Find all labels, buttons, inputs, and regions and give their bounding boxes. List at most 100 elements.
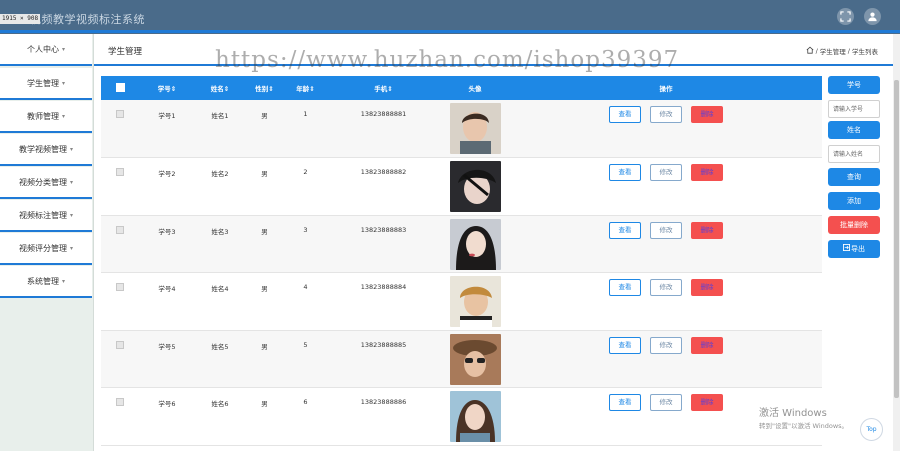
chevron-down-icon: ▾ [69, 211, 73, 219]
page-title: 学生管理 [108, 47, 143, 57]
breadcrumb-item-student-list: 学生列表 [852, 48, 878, 56]
fullscreen-icon[interactable] [837, 8, 854, 25]
user-avatar-icon[interactable] [864, 8, 881, 25]
cell-age: 4 [303, 283, 308, 291]
row-checkbox[interactable] [116, 225, 124, 234]
sidebar-item-label: 视频分类管理 [18, 177, 67, 187]
table-row: 学号3 姓名3 男 3 13823888883 查看 修改 删除 [101, 215, 822, 273]
row-checkbox[interactable] [116, 398, 124, 406]
table-row: 学号2 姓名2 男 2 13823888882 查看 修改 删除 [101, 157, 822, 215]
cell-id: 学号3 [158, 227, 176, 236]
select-all-checkbox[interactable] [115, 82, 125, 92]
cell-id: 学号6 [158, 400, 176, 408]
view-button[interactable]: 查看 [609, 336, 641, 354]
cell-id: 学号1 [158, 112, 176, 120]
scrollbar-thumb[interactable] [894, 80, 899, 398]
cell-name: 姓名1 [211, 112, 229, 120]
sidebar-item-teaching-video-management[interactable]: 教学视频管理 ▾ [0, 134, 92, 166]
table-row: 学号4 姓名4 男 4 13823888884 查看 修改 删除 [101, 272, 822, 330]
row-checkbox[interactable] [116, 283, 124, 291]
cell-phone: 13823888884 [360, 283, 407, 291]
delete-button[interactable]: 删除 [691, 279, 723, 296]
sidebar-item-label: 教学视频管理 [18, 144, 67, 154]
back-to-top-button[interactable]: Top [860, 418, 883, 441]
edit-button[interactable]: 修改 [650, 221, 682, 239]
sidebar-item-label: 视频标注管理 [18, 210, 67, 220]
avatar-photo [449, 276, 501, 327]
student-id-label-button[interactable]: 学号 [828, 76, 880, 94]
delete-button[interactable]: 删除 [691, 164, 723, 181]
view-button[interactable]: 查看 [609, 221, 641, 239]
search-button[interactable]: 查询 [828, 168, 880, 186]
table-row: 学号1 姓名1 男 1 13823888881 查看 修改 删除 [101, 100, 822, 158]
breadcrumb-separator: / [815, 47, 818, 55]
breadcrumb-separator: / [847, 47, 850, 55]
home-icon[interactable] [806, 46, 814, 56]
chevron-down-icon: ▾ [69, 145, 73, 153]
edit-button[interactable]: 修改 [650, 336, 682, 354]
edit-button[interactable]: 修改 [650, 164, 682, 181]
sidebar-item-student-management[interactable]: 学生管理 ▾ [0, 68, 92, 100]
view-button[interactable]: 查看 [609, 164, 641, 181]
cell-phone: 13823888882 [360, 168, 407, 176]
sidebar: 个人中心 ▾ 学生管理 ▾ 教师管理 ▾ 教学视频管理 ▾ 视频分类管理 ▾ 视频标注管理… [0, 34, 94, 451]
cell-id: 学号5 [158, 342, 176, 351]
column-header-phone[interactable]: 手机⇕ [327, 76, 440, 100]
delete-button[interactable]: 删除 [691, 336, 723, 354]
breadcrumb-item-student-management[interactable]: 学生管理 [820, 46, 846, 56]
chevron-down-icon: ▾ [69, 178, 73, 186]
edit-button[interactable]: 修改 [650, 394, 682, 411]
avatar-photo [449, 333, 501, 385]
column-header-age[interactable]: 年龄⇕ [284, 76, 327, 100]
cell-id: 学号4 [158, 285, 176, 293]
select-all-cell [101, 76, 139, 100]
view-button[interactable]: 查看 [609, 106, 641, 123]
activation-subtitle: 转到"设置"以激活 Windows。 [759, 422, 849, 430]
delete-button[interactable]: 删除 [691, 221, 723, 239]
cell-name: 姓名5 [211, 342, 229, 351]
add-button[interactable]: 添加 [828, 192, 880, 210]
sidebar-item-label: 教师管理 [26, 111, 59, 121]
breadcrumb: / 学生管理 / 学生列表 [806, 46, 878, 56]
cell-name: 姓名2 [211, 170, 229, 178]
cell-gender: 男 [261, 170, 268, 178]
cell-age: 3 [303, 225, 308, 234]
sidebar-item-system-management[interactable]: 系统管理 ▾ [0, 266, 92, 298]
page-scrollbar[interactable] [893, 34, 900, 451]
export-label: 导出 [851, 245, 865, 253]
view-button[interactable]: 查看 [609, 279, 641, 296]
sidebar-item-video-category-management[interactable]: 视频分类管理 ▾ [0, 167, 92, 199]
avatar-photo [449, 103, 501, 154]
batch-delete-button[interactable]: 批量删除 [828, 216, 880, 234]
delete-button[interactable]: 删除 [691, 394, 723, 411]
export-button[interactable]: 导出 [828, 240, 880, 258]
cell-age: 1 [303, 110, 308, 118]
avatar-photo [449, 218, 501, 270]
table-row: 学号6 姓名6 男 6 13823888886 查看 修改 删除 [101, 387, 822, 445]
view-button[interactable]: 查看 [609, 394, 641, 411]
row-checkbox[interactable] [116, 340, 124, 349]
sidebar-item-video-rating-management[interactable]: 视频评分管理 ▾ [0, 233, 92, 265]
cell-id: 学号2 [158, 170, 176, 178]
cell-phone: 13823888881 [360, 110, 407, 118]
edit-button[interactable]: 修改 [650, 106, 682, 123]
cell-name: 姓名6 [211, 400, 229, 408]
delete-button[interactable]: 删除 [691, 106, 723, 123]
activation-title: 激活 Windows [759, 408, 827, 419]
column-header-actions: 操作 [659, 85, 673, 93]
column-header-gender[interactable]: 性别⇕ [245, 76, 284, 100]
resolution-tag: 1915 × 908 [0, 14, 41, 24]
student-id-input[interactable] [828, 100, 880, 118]
row-checkbox[interactable] [116, 110, 124, 118]
chevron-down-icon: ▾ [61, 45, 65, 53]
student-name-label-button[interactable]: 姓名 [828, 121, 880, 139]
sidebar-item-personal-center[interactable]: 个人中心 ▾ [0, 34, 92, 66]
cell-gender: 男 [261, 285, 268, 293]
edit-button[interactable]: 修改 [650, 279, 682, 296]
sidebar-item-teacher-management[interactable]: 教师管理 ▾ [0, 101, 92, 133]
sidebar-item-video-annotation-management[interactable]: 视频标注管理 ▾ [0, 200, 92, 232]
column-header-id[interactable]: 学号⇕ [139, 76, 195, 100]
student-name-input[interactable] [828, 145, 880, 163]
column-header-name[interactable]: 姓名⇕ [195, 76, 245, 100]
row-checkbox[interactable] [116, 168, 124, 176]
